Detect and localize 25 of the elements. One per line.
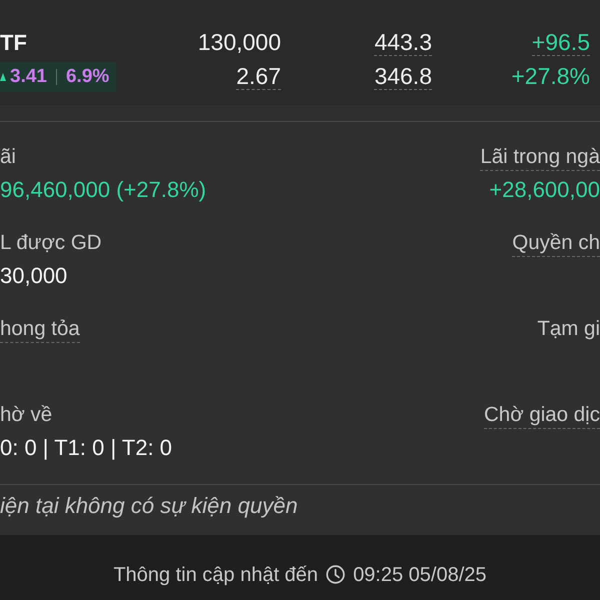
event-message: iện tại không có sự kiện quyền bbox=[0, 493, 298, 518]
change-figure: +27.8% bbox=[511, 64, 590, 90]
field-value: +28,600,00 bbox=[489, 176, 600, 204]
field-label[interactable]: hong tỏa bbox=[0, 315, 80, 343]
field-label: ãi bbox=[0, 144, 16, 170]
figure-value[interactable]: 2.67 bbox=[236, 64, 281, 90]
field-value: 30,000 bbox=[0, 262, 68, 290]
field-label[interactable]: Quyền ch bbox=[512, 229, 600, 257]
field-value: 96,460,000 (+27.8%) bbox=[0, 176, 206, 204]
field-label: hờ về bbox=[0, 402, 52, 428]
field-label[interactable]: Chờ giao dịc bbox=[484, 401, 600, 429]
change-figure[interactable]: +96.5 bbox=[532, 30, 590, 56]
field-label: Tạm gi bbox=[537, 316, 600, 342]
figure-value[interactable]: 346.8 bbox=[374, 64, 432, 90]
update-time: 09:25 05/08/25 bbox=[353, 563, 487, 587]
clock-icon bbox=[326, 565, 346, 584]
field-label[interactable]: Lãi trong ngà bbox=[480, 143, 600, 171]
update-label: Thông tin cập nhật đến bbox=[113, 563, 318, 587]
change-percent: 6.9% bbox=[66, 66, 110, 88]
change-value: 3.41 bbox=[10, 66, 47, 88]
stock-symbol: TF bbox=[0, 29, 27, 57]
field-label: L được GD bbox=[0, 230, 102, 256]
figure-value: 130,000 bbox=[198, 30, 281, 56]
figure-value[interactable]: 443.3 bbox=[374, 30, 432, 56]
field-value: 0: 0 | T1: 0 | T2: 0 bbox=[0, 434, 172, 462]
